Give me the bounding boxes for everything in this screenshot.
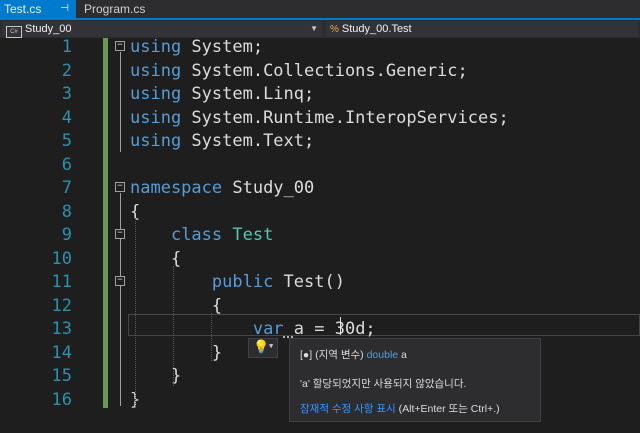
quick-actions-lightbulb[interactable]: 💡 ▼ [248, 338, 278, 358]
code-text: using System.Linq; [130, 83, 314, 107]
tab-test-cs[interactable]: Test.cs ⊣ [0, 0, 76, 18]
class-icon: % [330, 24, 339, 35]
fix-row: 잠재적 수정 사항 표시 (Alt+Enter 또는 Ctrl+.) [300, 401, 500, 416]
text-caret [340, 317, 341, 335]
code-text: { [130, 295, 222, 319]
keyword-token: using [130, 131, 182, 151]
keyword-token: using [130, 60, 182, 81]
tab-program-cs[interactable]: Program.cs [80, 0, 160, 18]
code-token: System.Linq; [181, 84, 315, 104]
csharp-project-icon: C# [6, 26, 22, 38]
outline-line [120, 52, 121, 152]
code-line[interactable]: 10 { [0, 248, 640, 272]
line-number: 12 [51, 295, 72, 316]
code-line[interactable]: 11 public Test() [0, 271, 640, 295]
code-line[interactable]: 6 [0, 154, 640, 178]
code-line[interactable]: 4 using System.Runtime.InteropServices; [0, 107, 640, 131]
keyword-token: namespace [130, 178, 223, 198]
keyword-token: var [252, 319, 284, 339]
line-number: 9 [61, 225, 72, 245]
navigation-bar: C# Study_00 ▼ % Study_00.Test [0, 20, 640, 38]
line-number: 3 [61, 84, 72, 104]
code-text: class Test [130, 224, 273, 248]
keyword-token: using [130, 107, 182, 128]
code-line[interactable]: 3 using System.Linq; [0, 83, 640, 107]
diagnostic-message: 'a' 할당되었지만 사용되지 않았습니다. [300, 378, 467, 390]
chevron-down-icon: ▼ [269, 342, 274, 350]
keyword-token: using [130, 38, 182, 57]
pin-icon[interactable]: ⊣ [60, 0, 69, 18]
code-text: } [130, 342, 222, 366]
code-token: Study_00 [222, 178, 315, 198]
quick-info-tooltip: [●] (지역 변수) double a 'a' 할당되었지만 사용되지 않았습… [289, 338, 541, 422]
line-number: 15 [51, 366, 72, 386]
line-number: 4 [61, 107, 72, 128]
indent-guide [135, 218, 136, 408]
code-token: } [130, 342, 223, 363]
line-number: 14 [51, 342, 72, 363]
line-number: 13 [51, 319, 72, 339]
type-label: Study_00.Test [341, 23, 412, 35]
collapse-icon[interactable]: − [115, 229, 125, 239]
code-token: System.Text; [181, 131, 315, 151]
symbol-type: double [366, 349, 399, 361]
line-number: 7 [61, 178, 72, 198]
document-tab-strip: Test.cs ⊣ Program.cs [0, 0, 640, 18]
chevron-down-icon: ▼ [310, 24, 318, 33]
code-text: using System; [130, 38, 263, 60]
keyword-token: using [130, 84, 182, 104]
tab-label: Test.cs [4, 2, 42, 16]
code-text: namespace Study_00 [130, 177, 314, 201]
line-number: 8 [61, 201, 72, 222]
keyword-token: public [211, 272, 274, 292]
line-number: 6 [61, 154, 72, 175]
code-line[interactable]: 9 class Test [0, 224, 640, 248]
line-number: 2 [61, 60, 72, 81]
show-potential-fixes-link[interactable]: 잠재적 수정 사항 표시 [300, 403, 396, 415]
line-number: 16 [51, 389, 72, 410]
collapse-icon[interactable]: − [115, 276, 125, 286]
code-text: public Test() [130, 271, 345, 295]
local-variable-icon: [●] [300, 349, 313, 361]
project-label: Study_00 [25, 23, 72, 35]
code-line[interactable]: 1 using System; [0, 38, 640, 60]
code-token: System.Runtime.InteropServices; [181, 107, 509, 128]
collapse-icon[interactable]: − [115, 41, 125, 51]
code-line[interactable]: 7 namespace Study_00 [0, 177, 640, 201]
shortcut-hint: (Alt+Enter 또는 Ctrl+.) [398, 403, 500, 415]
code-line[interactable]: 2 using System.Collections.Generic; [0, 60, 640, 84]
line-number: 5 [61, 131, 72, 151]
keyword-token: class [170, 225, 223, 245]
indent-guide [173, 266, 174, 386]
type-dropdown[interactable]: % Study_00.Test [326, 21, 638, 37]
code-line[interactable]: 5 using System.Text; [0, 130, 640, 154]
lightbulb-icon: 💡 [253, 340, 270, 355]
symbol-info: [●] (지역 변수) double a [300, 347, 407, 362]
code-text: using System.Text; [130, 130, 314, 154]
indent-guide [211, 313, 212, 361]
code-token: System; [181, 38, 264, 57]
tab-label: Program.cs [84, 2, 146, 16]
outline-line [120, 193, 121, 406]
line-number: 10 [51, 248, 72, 269]
collapse-icon[interactable]: − [115, 182, 125, 192]
code-line[interactable]: 12 { [0, 295, 640, 319]
code-token: { [130, 295, 223, 316]
code-line[interactable]: 8{ [0, 201, 640, 225]
symbol-kind: (지역 변수) [315, 349, 364, 361]
symbol-name: a [401, 349, 407, 361]
code-token: Test() [273, 272, 345, 292]
code-token: a = 30d; [283, 319, 376, 339]
line-number: 1 [61, 38, 72, 57]
project-dropdown[interactable]: C# Study_00 ▼ [2, 21, 322, 38]
line-number: 11 [51, 272, 72, 292]
code-token: System.Collections.Generic; [181, 60, 468, 81]
code-text: using System.Collections.Generic; [130, 60, 468, 84]
code-text: using System.Runtime.InteropServices; [130, 107, 509, 131]
type-token: Test [232, 225, 274, 245]
